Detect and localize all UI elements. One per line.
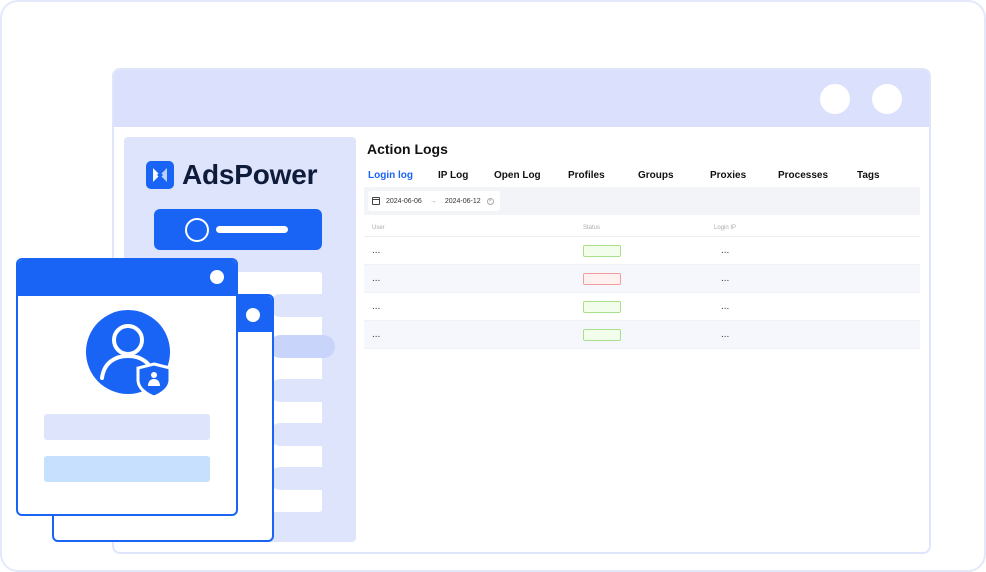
cell-login-ip: ...	[721, 273, 730, 284]
window-titlebar	[114, 70, 929, 127]
logo: AdsPower	[146, 159, 318, 191]
calendar-icon	[372, 197, 380, 205]
page-title: Action Logs	[367, 141, 448, 157]
status-badge-success	[583, 245, 621, 257]
column-header-user: User	[372, 225, 385, 231]
table-row[interactable]: ... ...	[364, 321, 920, 349]
date-range-picker[interactable]: 2024-06-06 → 2024-06-12 ×	[368, 191, 500, 211]
cell-user: ...	[372, 301, 381, 312]
sidebar-item[interactable]	[269, 467, 335, 490]
tab-profiles[interactable]: Profiles	[568, 170, 605, 181]
card-header	[18, 260, 236, 296]
status-badge-success	[583, 301, 621, 313]
tab-tags[interactable]: Tags	[857, 170, 880, 181]
date-start: 2024-06-06	[386, 197, 422, 205]
card-dot	[210, 270, 224, 284]
sidebar-item[interactable]	[269, 294, 335, 317]
new-profile-button[interactable]	[154, 209, 322, 250]
date-end: 2024-06-12	[444, 197, 481, 205]
button-label-placeholder	[216, 226, 288, 233]
tab-processes[interactable]: Processes	[778, 170, 828, 181]
adspower-logo-icon	[146, 161, 174, 189]
column-header-status: Status	[583, 225, 601, 231]
tab-groups[interactable]: Groups	[638, 170, 674, 181]
column-header-login-ip: Login IP	[714, 225, 737, 231]
status-badge-failed	[583, 273, 621, 285]
cell-user: ...	[372, 329, 381, 340]
tab-ip-log[interactable]: IP Log	[438, 170, 468, 181]
window-control-button[interactable]	[820, 84, 850, 114]
clear-icon[interactable]: ×	[486, 197, 494, 205]
table-row[interactable]: ... ...	[364, 265, 920, 293]
cell-login-ip: ...	[721, 329, 730, 340]
window-control-button[interactable]	[872, 84, 902, 114]
tab-login-log[interactable]: Login log	[368, 170, 413, 181]
profile-field	[44, 414, 210, 440]
app-name: AdsPower	[182, 159, 318, 190]
sidebar-item-active[interactable]	[269, 335, 335, 358]
table-row[interactable]: ... ...	[364, 237, 920, 265]
sidebar-item[interactable]	[269, 379, 335, 402]
tab-proxies[interactable]: Proxies	[710, 170, 746, 181]
cell-login-ip: ...	[721, 301, 730, 312]
status-badge-success	[583, 329, 621, 341]
card-dot	[246, 308, 260, 322]
sidebar-item[interactable]	[269, 423, 335, 446]
range-arrow: →	[429, 197, 437, 205]
table-header: User Status Login IP	[364, 219, 920, 237]
cell-user: ...	[372, 273, 381, 284]
profile-card	[16, 258, 238, 516]
table-row[interactable]: ... ...	[364, 293, 920, 321]
circle-icon	[185, 218, 209, 242]
user-avatar-icon	[86, 310, 176, 400]
profile-field	[44, 456, 210, 482]
login-log-table: User Status Login IP ... ... ... ... ...…	[364, 219, 920, 349]
tab-open-log[interactable]: Open Log	[494, 170, 541, 181]
cell-user: ...	[372, 245, 381, 256]
filter-bar: 2024-06-06 → 2024-06-12 ×	[364, 187, 920, 215]
cell-login-ip: ...	[721, 245, 730, 256]
